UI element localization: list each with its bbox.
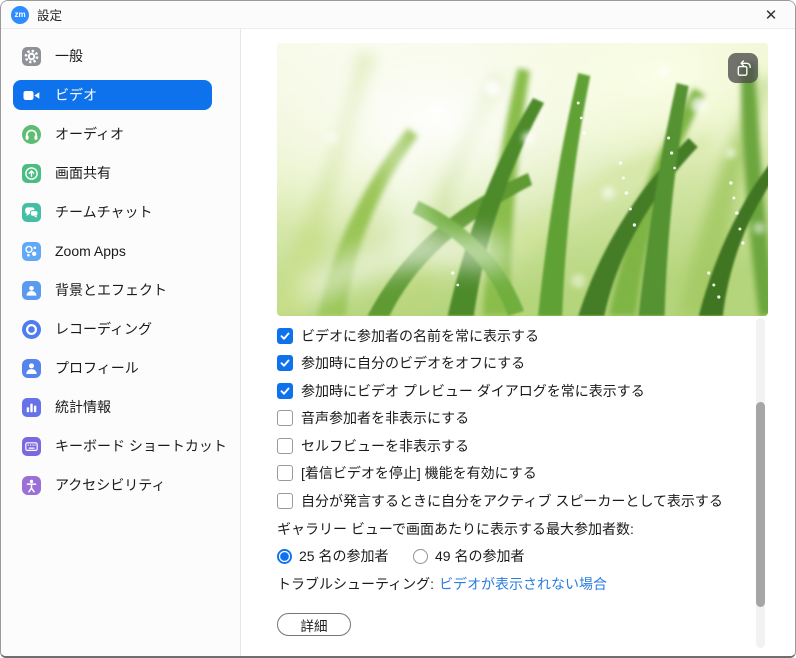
bar-chart-icon <box>22 398 41 417</box>
sidebar-item-label: アクセシビリティ <box>55 475 165 495</box>
radio-button[interactable] <box>413 549 428 564</box>
option-show-video-preview-dialog: 参加時にビデオ プレビュー ダイアログを常に表示する <box>277 381 759 400</box>
option-hide-non-video-participants: 音声参加者を非表示にする <box>277 409 759 428</box>
chat-bubbles-icon <box>22 203 41 222</box>
sidebar-item-general[interactable]: 一般 <box>13 41 212 71</box>
sidebar-item-label: チームチャット <box>55 202 152 222</box>
grass-preview-image <box>277 43 768 316</box>
sidebar-item-label: 画面共有 <box>55 163 111 183</box>
window-title: 設定 <box>37 5 62 24</box>
sidebar-item-label: 一般 <box>55 46 83 66</box>
sidebar-item-zoom-apps[interactable]: Zoom Apps <box>13 236 212 266</box>
video-not-showing-link[interactable]: ビデオが表示されない場合 <box>439 574 607 594</box>
settings-sidebar: 一般 ビデオ オーディオ 画面共有 チームチャット Zoom Apps <box>1 29 241 658</box>
close-button[interactable]: ✕ <box>749 1 793 28</box>
sidebar-item-label: 統計情報 <box>55 397 111 417</box>
advanced-button[interactable]: 詳細 <box>277 613 351 636</box>
sidebar-item-profile[interactable]: プロフィール <box>13 353 212 383</box>
option-label: 参加時にビデオ プレビュー ダイアログを常に表示する <box>301 381 645 401</box>
sidebar-item-label: 背景とエフェクト <box>55 280 167 300</box>
settings-window: zm 設定 ✕ 一般 ビデオ オーディオ 画面共有 チ <box>0 0 796 658</box>
scrollbar-track[interactable] <box>756 318 765 648</box>
option-label: 自分が発言するときに自分をアクティブ スピーカーとして表示する <box>301 491 723 511</box>
option-label: 参加時に自分のビデオをオフにする <box>301 353 525 373</box>
option-label: セルフビューを非表示する <box>301 436 469 456</box>
sidebar-item-audio[interactable]: オーディオ <box>13 119 212 149</box>
sidebar-item-video[interactable]: ビデオ <box>13 80 212 110</box>
sidebar-item-recording[interactable]: レコーディング <box>13 314 212 344</box>
gear-icon <box>22 47 41 66</box>
checkbox[interactable] <box>277 328 293 344</box>
checkbox[interactable] <box>277 410 293 426</box>
option-label: [着信ビデオを停止] 機能を有効にする <box>301 463 537 483</box>
checkbox[interactable] <box>277 383 293 399</box>
radio-button[interactable] <box>277 549 292 564</box>
checkbox[interactable] <box>277 438 293 454</box>
sidebar-item-label: オーディオ <box>55 124 124 144</box>
zoom-logo-icon: zm <box>11 6 29 24</box>
option-label: 音声参加者を非表示にする <box>301 408 469 428</box>
zoom-apps-icon <box>22 242 41 261</box>
option-turn-off-video-on-join: 参加時に自分のビデオをオフにする <box>277 354 759 373</box>
sidebar-item-label: プロフィール <box>55 358 139 378</box>
sidebar-item-label: Zoom Apps <box>55 243 126 259</box>
rotate-icon <box>734 59 753 78</box>
sidebar-item-team-chat[interactable]: チームチャット <box>13 197 212 227</box>
camera-preview <box>277 43 768 316</box>
checkbox[interactable] <box>277 493 293 509</box>
headphones-icon <box>22 125 41 144</box>
sidebar-item-statistics[interactable]: 統計情報 <box>13 392 212 422</box>
rotate-preview-button[interactable] <box>728 53 758 83</box>
gallery-view-label: ギャラリー ビューで画面あたりに表示する最大参加者数: <box>277 519 634 539</box>
option-stop-incoming-video: [着信ビデオを停止] 機能を有効にする <box>277 464 759 483</box>
sidebar-item-keyboard-shortcuts[interactable]: キーボード ショートカット <box>13 431 212 461</box>
profile-person-icon <box>22 359 41 378</box>
person-portrait-icon <box>22 281 41 300</box>
radio-49-participants[interactable]: 49 名の参加者 <box>413 546 524 566</box>
checkbox[interactable] <box>277 355 293 371</box>
video-camera-icon <box>22 86 41 105</box>
gallery-view-label-row: ギャラリー ビューで画面あたりに表示する最大参加者数: <box>277 519 759 538</box>
option-show-participant-names: ビデオに参加者の名前を常に表示する <box>277 326 759 345</box>
accessibility-person-icon <box>22 476 41 495</box>
checkbox[interactable] <box>277 465 293 481</box>
video-settings-panel: ビデオに参加者の名前を常に表示する 参加時に自分のビデオをオフにする 参加時にビ… <box>241 29 795 658</box>
record-ring-icon <box>22 320 41 339</box>
sidebar-item-screen-share[interactable]: 画面共有 <box>13 158 212 188</box>
troubleshooting-row: トラブルシューティング: ビデオが表示されない場合 <box>277 574 759 593</box>
participants-per-screen-radios: 25 名の参加者 49 名の参加者 <box>277 547 759 566</box>
sidebar-item-label: レコーディング <box>55 319 152 339</box>
scrollbar-thumb[interactable] <box>756 402 765 607</box>
troubleshooting-label: トラブルシューティング: <box>277 574 434 594</box>
sidebar-item-label: キーボード ショートカット <box>55 436 227 456</box>
sidebar-item-accessibility[interactable]: アクセシビリティ <box>13 470 212 500</box>
sidebar-item-label: ビデオ <box>55 85 97 105</box>
option-label: ビデオに参加者の名前を常に表示する <box>301 326 539 346</box>
radio-label: 25 名の参加者 <box>299 546 388 566</box>
radio-label: 49 名の参加者 <box>435 546 524 566</box>
radio-25-participants[interactable]: 25 名の参加者 <box>277 546 413 566</box>
sidebar-item-background-effects[interactable]: 背景とエフェクト <box>13 275 212 305</box>
option-spotlight-when-speaking: 自分が発言するときに自分をアクティブ スピーカーとして表示する <box>277 492 759 511</box>
title-bar: zm 設定 ✕ <box>1 1 795 29</box>
option-hide-self-view: セルフビューを非表示する <box>277 436 759 455</box>
keyboard-icon <box>22 437 41 456</box>
video-options: ビデオに参加者の名前を常に表示する 参加時に自分のビデオをオフにする 参加時にビ… <box>277 326 759 602</box>
share-up-arrow-icon <box>22 164 41 183</box>
